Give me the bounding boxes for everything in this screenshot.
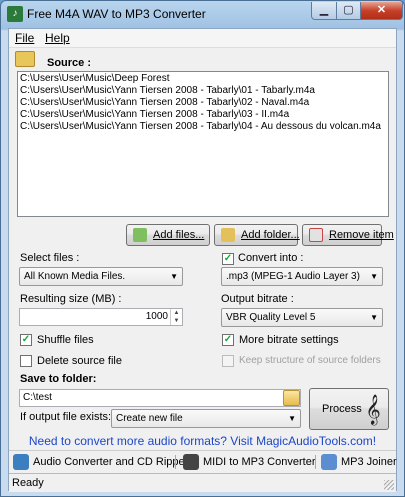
maximize-button[interactable]: ▢ [336,2,361,20]
source-file-list[interactable]: C:\Users\User\Music\Deep Forest C:\Users… [17,71,389,217]
remove-item-label: Remove item [329,229,394,241]
close-button[interactable]: ✕ [360,2,403,20]
process-button[interactable]: Process 𝄞 [309,388,389,430]
midi-icon [183,454,199,470]
spin-arrows-icon[interactable]: ▲ ▼ [170,309,182,325]
chevron-down-icon: ▼ [370,313,378,322]
add-folder-icon [221,228,235,242]
related-tools-bar: Audio Converter and CD Ripper MIDI to MP… [9,450,397,473]
select-files-label: Select files : [20,252,80,264]
keep-structure-label: Keep structure of source folders [239,355,381,366]
shuffle-files-label: Shuffle files [37,334,94,346]
add-file-icon [133,228,147,242]
if-exists-label: If output file exists: [20,411,112,423]
remove-item-button[interactable]: Remove item [302,224,394,246]
output-bitrate-value: VBR Quality Level 5 [226,312,316,323]
menu-help[interactable]: Help [45,31,70,45]
list-item[interactable]: C:\Users\User\Music\Yann Tiersen 2008 - … [20,109,386,121]
audio-converter-link[interactable]: Audio Converter and CD Ripper [13,454,188,470]
add-folder-label: Add folder... [241,229,300,241]
format-value: .mp3 (MPEG-1 Audio Layer 3) [226,271,360,282]
shuffle-files-checkbox[interactable]: ✓ [20,334,32,346]
minimize-button[interactable]: ▁ [311,2,337,20]
audio-converter-label: Audio Converter and CD Ripper [33,456,189,468]
chevron-down-icon: ▼ [370,272,378,281]
status-bar: Ready [9,473,396,492]
add-files-label: Add files... [153,229,205,241]
browse-folder-icon[interactable] [283,390,300,406]
cd-ripper-icon [13,454,29,470]
mp3-joiner-link[interactable]: MP3 Joiner [321,454,397,470]
add-files-button[interactable]: Add files... [126,224,210,246]
list-item[interactable]: C:\Users\User\Music\Yann Tiersen 2008 - … [20,97,386,109]
select-files-value: All Known Media Files. [24,271,126,282]
mp3-joiner-label: MP3 Joiner [341,456,397,468]
convert-into-checkbox[interactable]: ✓ [222,253,234,265]
source-label: Source : [47,57,92,69]
resulting-size-stepper[interactable]: 1000 ▲ ▼ [19,308,183,326]
midi-to-mp3-label: MIDI to MP3 Converter [203,456,316,468]
chevron-down-icon: ▼ [170,272,178,281]
separator [175,455,176,469]
menu-bar: File Help [9,29,396,48]
more-bitrate-label: More bitrate settings [239,334,339,346]
select-files-dropdown[interactable]: All Known Media Files. ▼ [19,267,183,286]
save-folder-value: C:\test [23,392,52,403]
output-bitrate-label: Output bitrate : [221,293,294,305]
window-title: Free M4A WAV to MP3 Converter [27,7,206,21]
if-exists-value: Create new file [116,413,183,424]
save-folder-input[interactable]: C:\test [19,389,301,407]
joiner-icon [321,454,337,470]
app-window: ♪ Free M4A WAV to MP3 Converter ▁ ▢ ✕ Fi… [0,0,405,497]
menu-file[interactable]: File [15,31,34,45]
resulting-size-value: 1000 [145,311,168,322]
treble-clef-icon: 𝄞 [365,394,381,424]
save-to-folder-label: Save to folder: [20,373,97,385]
list-item[interactable]: C:\Users\User\Music\Yann Tiersen 2008 - … [20,121,386,133]
midi-to-mp3-link[interactable]: MIDI to MP3 Converter [183,454,315,470]
list-item[interactable]: C:\Users\User\Music\Deep Forest [20,73,386,85]
separator [315,455,316,469]
title-bar[interactable]: ♪ Free M4A WAV to MP3 Converter ▁ ▢ ✕ [1,1,404,27]
resulting-size-label: Resulting size (MB) : [20,293,122,305]
if-exists-dropdown[interactable]: Create new file ▼ [111,409,301,428]
chevron-down-icon: ▼ [288,414,296,423]
remove-icon [309,228,323,242]
process-label: Process [322,403,362,415]
keep-structure-checkbox[interactable] [222,355,234,367]
more-bitrate-checkbox[interactable]: ✓ [222,334,234,346]
promo-link[interactable]: Need to convert more audio formats? Visi… [9,434,396,448]
delete-source-label: Delete source file [37,355,122,367]
delete-source-checkbox[interactable] [20,355,32,367]
convert-into-label: Convert into : [238,252,304,264]
folder-open-icon [15,51,35,67]
client-area: File Help Source : C:\Users\User\Music\D… [8,28,397,492]
status-text: Ready [12,477,44,489]
add-folder-button[interactable]: Add folder... [214,224,300,246]
output-bitrate-dropdown[interactable]: VBR Quality Level 5 ▼ [221,308,383,327]
resize-grip-icon[interactable] [384,480,394,490]
list-item[interactable]: C:\Users\User\Music\Yann Tiersen 2008 - … [20,85,386,97]
app-icon: ♪ [7,6,23,22]
format-dropdown[interactable]: .mp3 (MPEG-1 Audio Layer 3) ▼ [221,267,383,286]
